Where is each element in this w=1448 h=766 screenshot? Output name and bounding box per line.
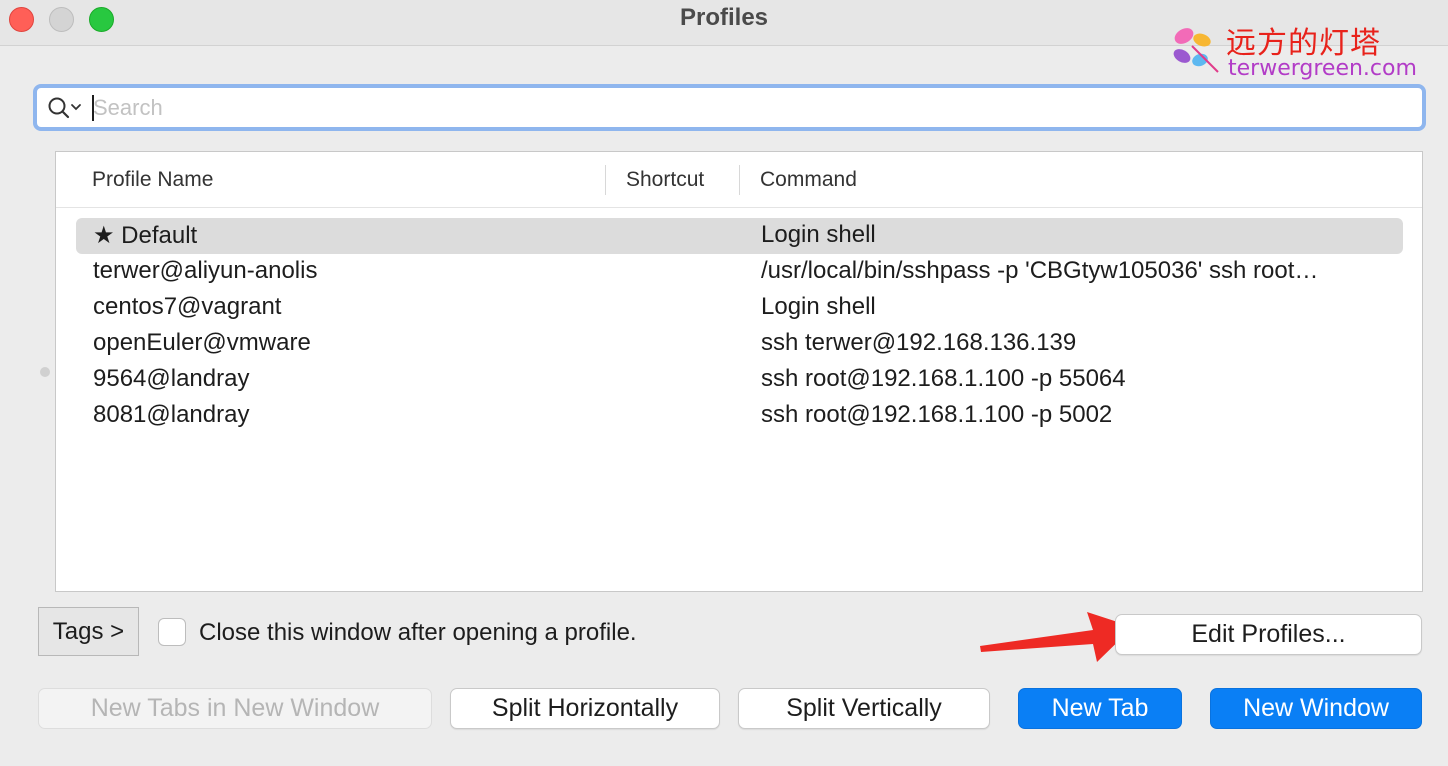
column-divider[interactable] (605, 165, 606, 195)
table-row[interactable]: 9564@landray ssh root@192.168.1.100 -p 5… (76, 362, 1403, 398)
column-header-shortcut[interactable]: Shortcut (626, 168, 704, 192)
column-header-profile-name[interactable]: Profile Name (92, 168, 213, 192)
table-row[interactable]: 8081@landray ssh root@192.168.1.100 -p 5… (76, 398, 1403, 434)
new-tabs-in-new-window-button[interactable]: New Tabs in New Window (38, 688, 432, 729)
tags-button[interactable]: Tags > (38, 607, 139, 656)
profile-name-cell: 8081@landray (93, 401, 250, 428)
profile-name-cell: terwer@aliyun-anolis (93, 257, 318, 284)
column-divider[interactable] (739, 165, 740, 195)
profile-name-cell: openEuler@vmware (93, 329, 311, 356)
command-cell: /usr/local/bin/sshpass -p 'CBGtyw105036'… (761, 257, 1319, 284)
table-row[interactable]: openEuler@vmware ssh terwer@192.168.136.… (76, 326, 1403, 362)
profile-name-cell: ★ Default (93, 222, 198, 249)
search-field[interactable] (33, 84, 1426, 131)
watermark: 远方的灯塔 terwergreen.com (1168, 18, 1418, 81)
profiles-table[interactable]: Profile Name Shortcut Command ★ Default … (55, 151, 1423, 592)
search-icon[interactable] (47, 96, 85, 120)
table-row[interactable]: terwer@aliyun-anolis /usr/local/bin/sshp… (76, 254, 1403, 290)
edit-profiles-button[interactable]: Edit Profiles... (1115, 614, 1422, 655)
column-header-command[interactable]: Command (760, 168, 857, 192)
command-cell: ssh terwer@192.168.136.139 (761, 329, 1077, 356)
close-after-opening-label[interactable]: Close this window after opening a profil… (199, 619, 637, 647)
resize-handle[interactable] (40, 367, 50, 377)
command-cell: ssh root@192.168.1.100 -p 55064 (761, 365, 1126, 392)
split-vertically-button[interactable]: Split Vertically (738, 688, 990, 729)
new-window-button[interactable]: New Window (1210, 688, 1422, 729)
table-row[interactable]: centos7@vagrant Login shell (76, 290, 1403, 326)
watermark-site-text: terwergreen.com (1228, 56, 1417, 81)
lighthouse-logo-icon (1173, 28, 1219, 73)
command-cell: ssh root@192.168.1.100 -p 5002 (761, 401, 1113, 428)
command-cell: Login shell (761, 221, 876, 248)
table-header: Profile Name Shortcut Command (56, 152, 1422, 208)
profile-name-cell: centos7@vagrant (93, 293, 282, 320)
new-tab-button[interactable]: New Tab (1018, 688, 1182, 729)
close-after-opening-checkbox[interactable] (158, 618, 186, 646)
profile-name-cell: 9564@landray (93, 365, 250, 392)
table-row[interactable]: ★ Default Login shell (76, 218, 1403, 254)
split-horizontally-button[interactable]: Split Horizontally (450, 688, 720, 729)
search-input[interactable] (93, 92, 1413, 124)
red-arrow-annotation-icon (980, 612, 1133, 662)
command-cell: Login shell (761, 293, 876, 320)
